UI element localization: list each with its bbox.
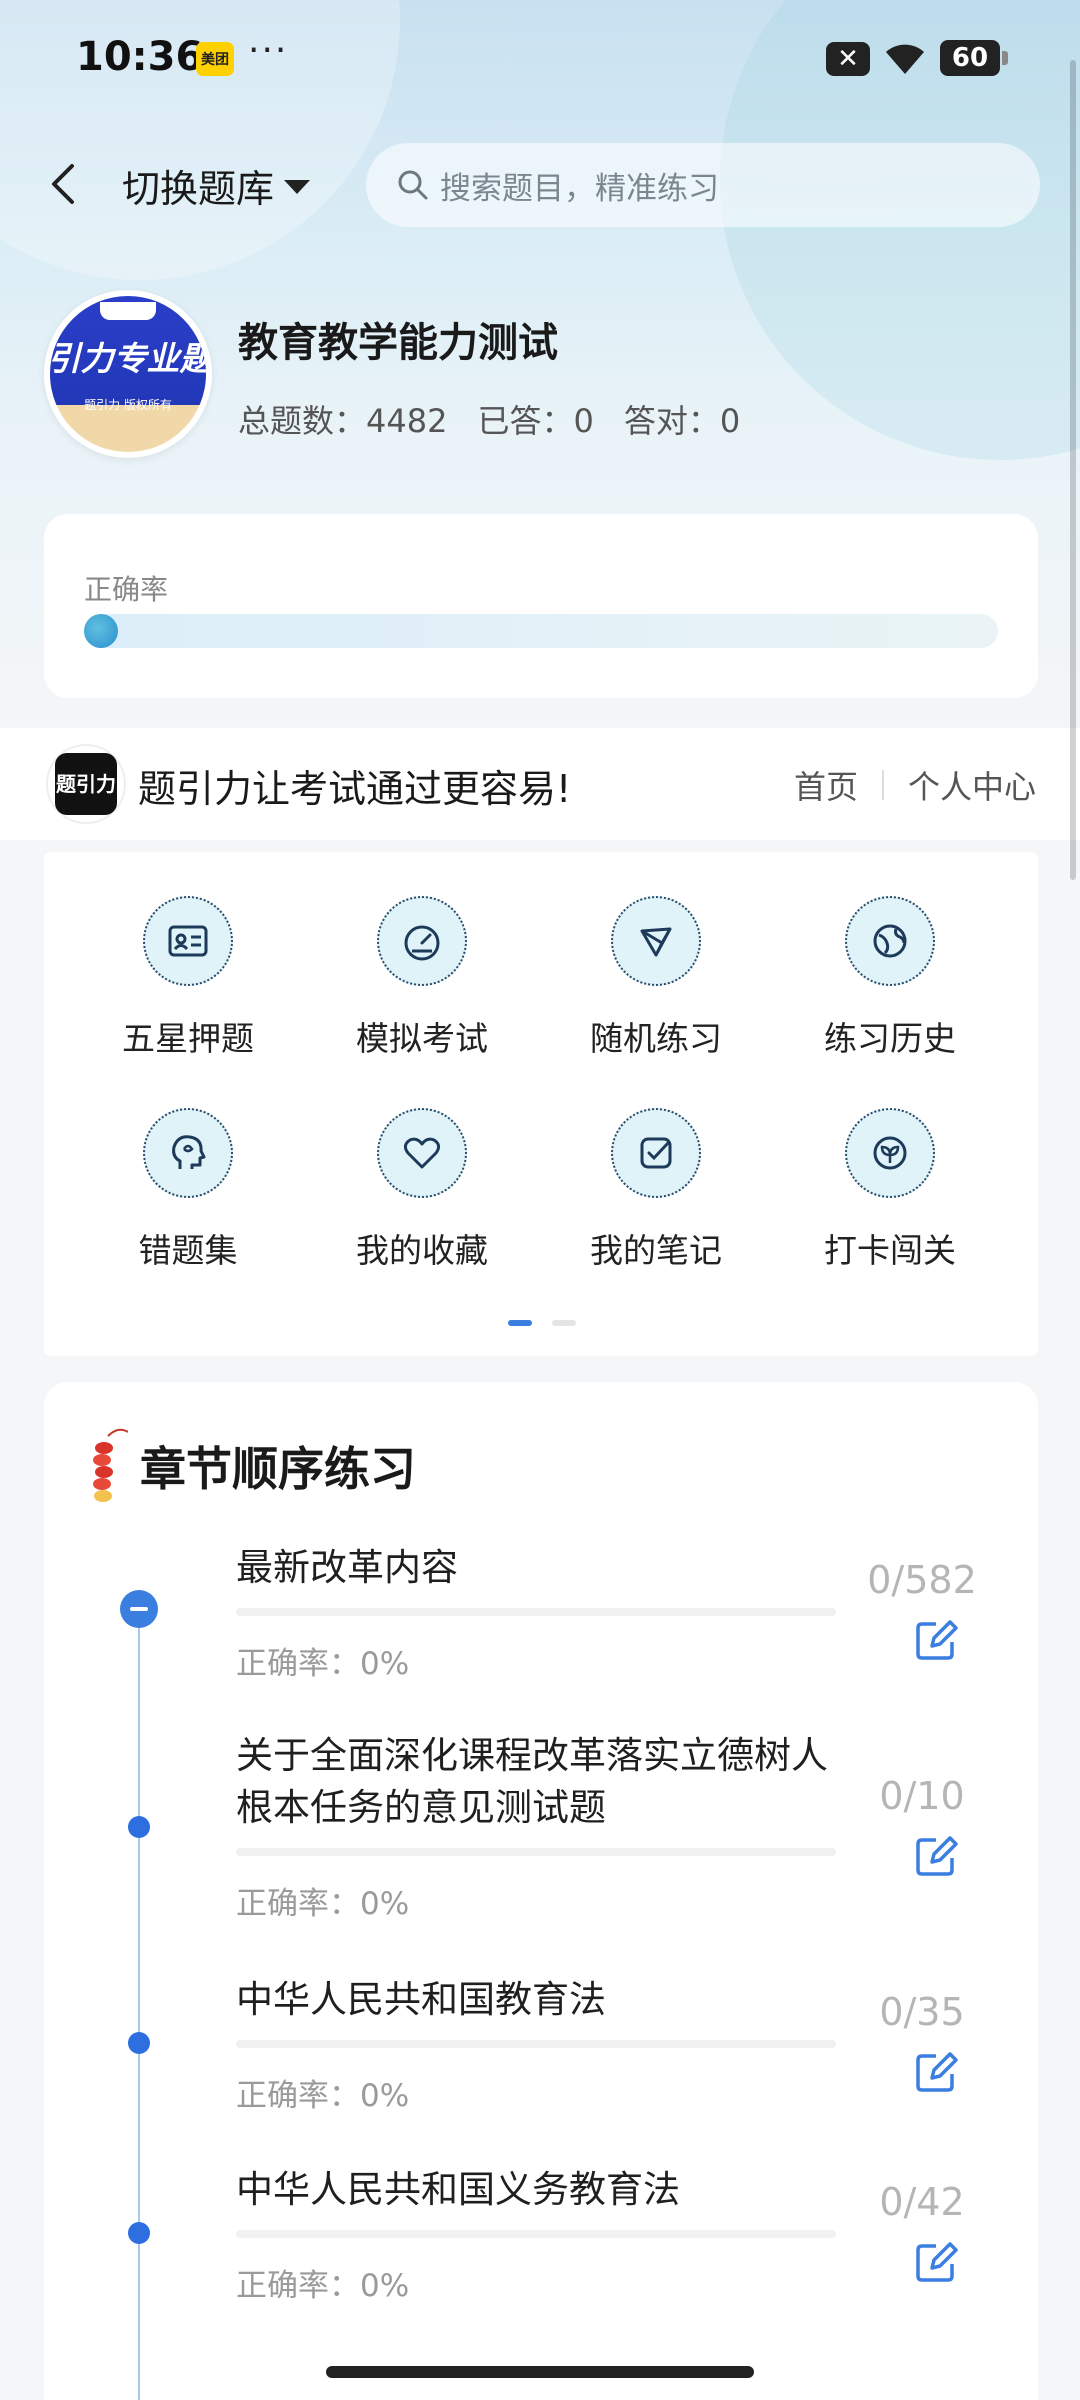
chapter-progress-bar — [236, 1848, 836, 1856]
caret-down-icon — [284, 180, 311, 194]
switch-bank-label: 切换题库 — [122, 166, 275, 211]
promo-banner: 题引力 题引力让考试通过更容易! 首页 个人中心 — [0, 728, 1080, 840]
edit-icon[interactable] — [912, 2048, 960, 2096]
promo-slogan: 题引力让考试通过更容易! — [138, 767, 572, 811]
checkbox-icon — [611, 1108, 701, 1198]
sprout-icon — [845, 1108, 935, 1198]
no-sim-icon: ✕ — [826, 42, 870, 76]
bank-stats: 总题数：4482 已答：0 答对：0 — [238, 396, 740, 442]
feature-favorites[interactable]: 我的收藏 — [322, 1108, 522, 1278]
feature-history[interactable]: 练习历史 — [790, 896, 990, 1066]
timeline-dot — [128, 2032, 150, 2054]
accuracy-card: 正确率 — [44, 514, 1038, 698]
feature-grid: 五星押题 模拟考试 随机练习 练习历史 错题集 我的收藏 我的笔记 打卡闯关 — [44, 852, 1038, 1356]
chapter-name: 关于全面深化课程改革落实立德树人根本任务的意见测试题 — [236, 1734, 828, 1829]
gauge-icon — [377, 896, 467, 986]
chapter-progress-bar — [236, 1608, 836, 1616]
heart-icon — [377, 1108, 467, 1198]
feature-checkin[interactable]: 打卡闯关 — [790, 1108, 990, 1278]
search-icon — [398, 170, 428, 200]
chapter-accuracy: 正确率：0% — [236, 1886, 410, 1922]
battery-icon: 60 — [940, 40, 1008, 76]
chapter-header: 章节顺序练习 — [88, 1426, 416, 1506]
page-indicator — [508, 1320, 576, 1326]
search-input[interactable]: 搜索题目，精准练习 — [366, 143, 1040, 227]
page-dot-active — [508, 1320, 532, 1326]
feature-label: 错题集 — [138, 1231, 238, 1270]
total-count: 总题数：4482 — [238, 402, 448, 440]
bank-logo: 引力专业题 题引力 版权所有 — [44, 290, 212, 458]
feature-random-practice[interactable]: 随机练习 — [556, 896, 756, 1066]
accuracy-label: 正确率 — [84, 573, 169, 606]
feature-five-star[interactable]: 五星押题 — [88, 896, 288, 1066]
chapter-count: 0/10 — [879, 1774, 965, 1818]
scrollbar[interactable] — [1070, 60, 1076, 880]
chapter-progress-bar — [236, 2040, 836, 2048]
edit-icon[interactable] — [912, 1616, 960, 1664]
bank-title: 教育教学能力测试 — [238, 320, 558, 366]
accuracy-progress-bar — [84, 614, 998, 648]
search-placeholder: 搜索题目，精准练习 — [440, 170, 719, 207]
chapter-name: 最新改革内容 — [236, 1546, 458, 1589]
feature-mock-exam[interactable]: 模拟考试 — [322, 896, 522, 1066]
network-icon — [611, 896, 701, 986]
feature-label: 我的笔记 — [590, 1231, 722, 1270]
more-notifications-icon: ··· — [248, 30, 289, 71]
brain-head-icon — [143, 1108, 233, 1198]
firecracker-icon — [93, 1428, 128, 1502]
meituan-notification-icon: 美团 — [196, 42, 234, 76]
profile-link[interactable]: 个人中心 — [908, 762, 1036, 808]
feature-label: 随机练习 — [590, 1019, 722, 1058]
divider — [881, 770, 884, 800]
home-indicator[interactable] — [326, 2366, 754, 2378]
edit-icon[interactable] — [912, 2238, 960, 2286]
home-link[interactable]: 首页 — [794, 762, 858, 808]
chapter-progress-bar — [236, 2230, 836, 2238]
switch-bank-button[interactable]: 切换题库 — [122, 158, 311, 212]
feature-label: 我的收藏 — [356, 1231, 488, 1270]
bank-logo-text: 引力专业题 — [50, 339, 206, 378]
bank-logo-subtext: 题引力 版权所有 — [84, 398, 172, 412]
timeline-line — [138, 1608, 140, 2400]
collapse-icon[interactable] — [120, 1590, 158, 1628]
feature-notes[interactable]: 我的笔记 — [556, 1108, 756, 1278]
feature-label: 打卡闯关 — [824, 1231, 956, 1270]
timeline-dot — [128, 2222, 150, 2244]
chapter-name: 中华人民共和国教育法 — [236, 1978, 606, 2021]
page-dot — [552, 1320, 576, 1326]
chapter-title: 章节顺序练习 — [140, 1442, 416, 1496]
wifi-icon — [886, 44, 924, 74]
back-button[interactable] — [44, 158, 84, 210]
chapter-count: 0/42 — [879, 2180, 965, 2224]
accuracy-progress-indicator — [84, 614, 118, 648]
chapter-practice-card: 章节顺序练习 最新改革内容 正确率：0% 0/582 关于全面深化课程改革落实立… — [44, 1382, 1038, 2400]
feature-label: 模拟考试 — [356, 1019, 488, 1058]
timeline-dot — [128, 1816, 150, 1838]
brand-logo: 题引力 — [46, 744, 126, 824]
chapter-count: 0/582 — [867, 1558, 977, 1602]
correct-count: 答对：0 — [623, 402, 741, 440]
feature-wrong-questions[interactable]: 错题集 — [88, 1108, 288, 1278]
globe-icon — [845, 896, 935, 986]
feature-label: 五星押题 — [122, 1019, 254, 1058]
status-bar: 10:36 美团 ··· ✕ 60 — [0, 0, 1080, 120]
feature-label: 练习历史 — [824, 1019, 956, 1058]
chapter-count: 0/35 — [879, 1990, 965, 2034]
status-time: 10:36 — [76, 34, 204, 80]
answered-count: 已答：0 — [477, 402, 594, 440]
edit-icon[interactable] — [912, 1832, 960, 1880]
id-card-icon — [143, 896, 233, 986]
chapter-name: 中华人民共和国义务教育法 — [236, 2168, 680, 2211]
chapter-item[interactable]: 关于全面深化课程改革落实立德树人根本任务的意见测试题 正确率：0% — [236, 1730, 1036, 1923]
